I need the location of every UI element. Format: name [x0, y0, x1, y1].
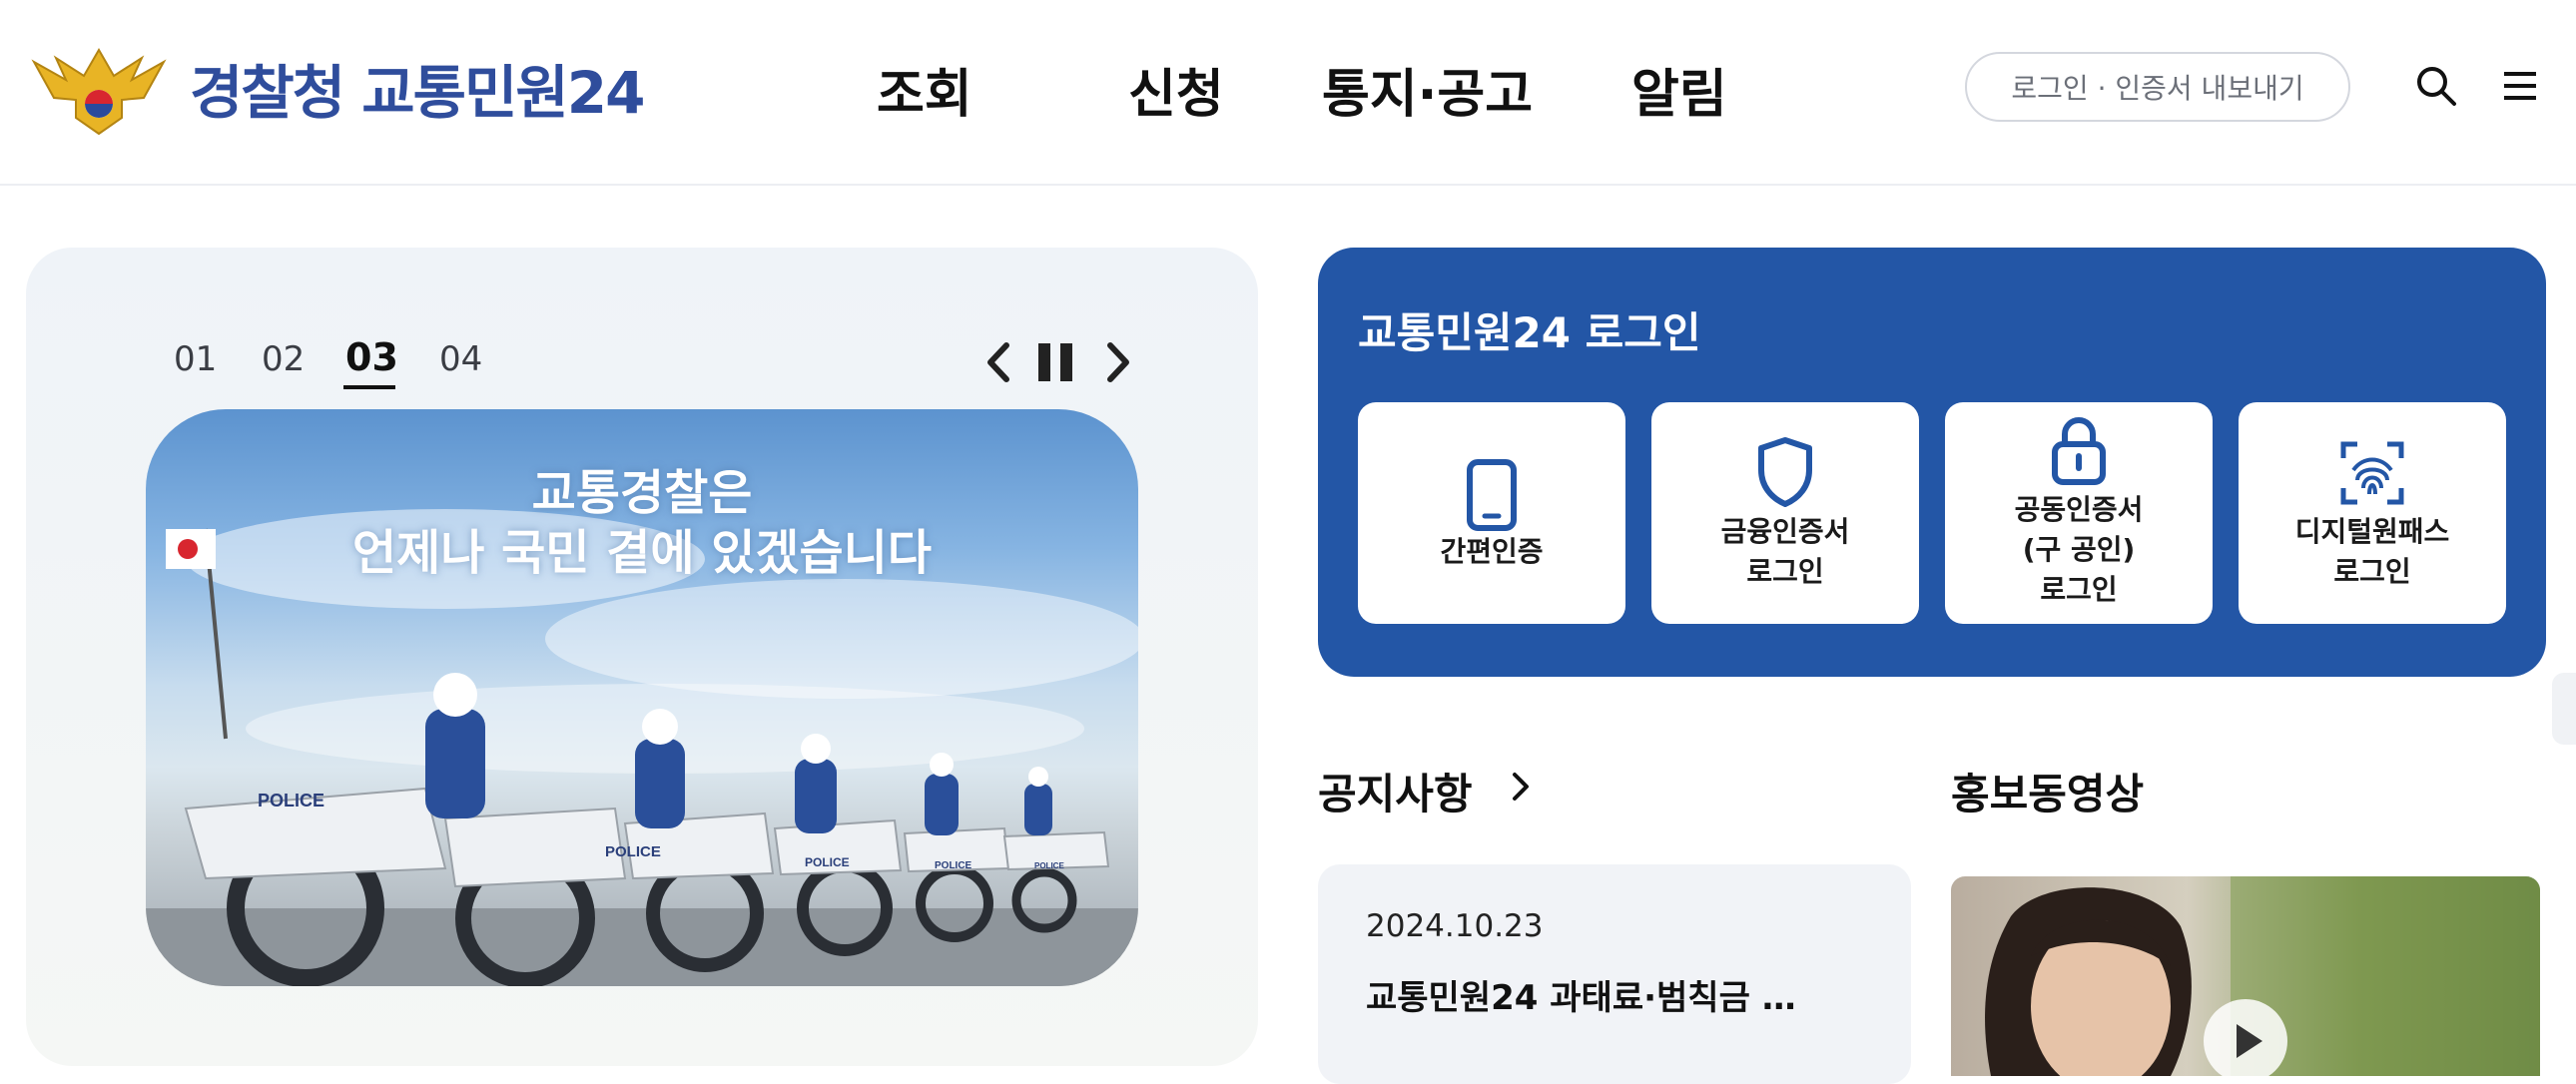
prev-slide-icon[interactable] [976, 337, 1020, 387]
notice-date: 2024.10.23 [1366, 908, 1544, 944]
financial-certificate-button[interactable]: 금융인증서 로그인 [1651, 402, 1919, 624]
hamburger-menu-icon[interactable] [2494, 60, 2546, 112]
nav-item-inquiry[interactable]: 조회 [877, 52, 972, 127]
slide-indicator-4[interactable]: 04 [439, 339, 482, 379]
police-sign-3: POLICE [805, 855, 850, 869]
active-slide-underline [343, 385, 395, 389]
simple-auth-label: 간편인증 [1440, 535, 1544, 568]
chevron-right-icon[interactable] [1506, 769, 1536, 805]
fingerprint-icon [2340, 441, 2404, 505]
police-sign-5: POLICE [1034, 861, 1064, 870]
police-sign-1: POLICE [258, 791, 324, 811]
nav-item-notification[interactable]: 통지·공고 [1322, 52, 1533, 127]
joint-certificate-button[interactable]: 공동인증서 (구 공인) 로그인 [1945, 402, 2213, 624]
banner-photo[interactable]: POLICE POLICE POLICE POLICE POLICE 교통경찰은… [146, 409, 1138, 986]
site-logo[interactable]: 경찰청 교통민원24 [26, 40, 665, 136]
simple-auth-button[interactable]: 간편인증 [1358, 402, 1625, 624]
nav-item-application[interactable]: 신청 [1128, 52, 1224, 127]
banner-caption-line2: 언제나 국민 곁에 있겠습니다 [351, 525, 933, 581]
digital-onepass-label: 디지털원패스 로그인 [2294, 515, 2450, 588]
notice-headline: 교통민원24 과태료·범칙금 … [1366, 978, 1796, 1018]
play-button-icon[interactable] [2201, 996, 2290, 1076]
financial-certificate-label: 금융인증서 로그인 [1720, 515, 1850, 588]
login-certificate-button[interactable]: 로그인 · 인증서 내보내기 [1965, 52, 2350, 122]
search-icon[interactable] [2410, 60, 2462, 112]
pause-icon[interactable] [1034, 337, 1078, 387]
police-sign-4: POLICE [935, 860, 972, 871]
notice-section-title[interactable]: 공지사항 [1318, 761, 1473, 821]
police-sign-2: POLICE [605, 843, 661, 860]
video-section-title: 홍보동영상 [1951, 770, 2145, 818]
side-quick-tab[interactable] [2552, 673, 2576, 745]
login-panel: 교통민원24 로그인 간편인증 금융인증서 로그인 공동인증서 (구 공인) 로… [1318, 248, 2546, 677]
shield-icon [1758, 437, 1812, 507]
notice-card[interactable]: 2024.10.23 교통민원24 과태료·범칙금 … [1318, 864, 1911, 1084]
lock-icon [2052, 417, 2106, 485]
smartphone-icon [1467, 459, 1517, 531]
nav-item-announcements[interactable]: 알림 [1631, 52, 1727, 127]
joint-certificate-label: 공동인증서 (구 공인) 로그인 [2014, 493, 2144, 606]
slide-indicator-2[interactable]: 02 [262, 339, 305, 379]
next-slide-icon[interactable] [1096, 337, 1140, 387]
police-emblem-icon [31, 47, 167, 136]
login-title: 교통민원24 로그인 [1358, 308, 1701, 357]
digital-onepass-button[interactable]: 디지털원패스 로그인 [2239, 402, 2506, 624]
logo-text: 경찰청 교통민원24 [190, 59, 645, 127]
site-header: 경찰청 교통민원24 조회 신청 통지·공고 알림 로그인 · 인증서 내보내기 [0, 0, 2576, 186]
slide-indicator-1[interactable]: 01 [174, 339, 217, 379]
slide-indicator-3[interactable]: 03 [345, 335, 398, 379]
promo-video-thumbnail[interactable] [1951, 876, 2540, 1076]
